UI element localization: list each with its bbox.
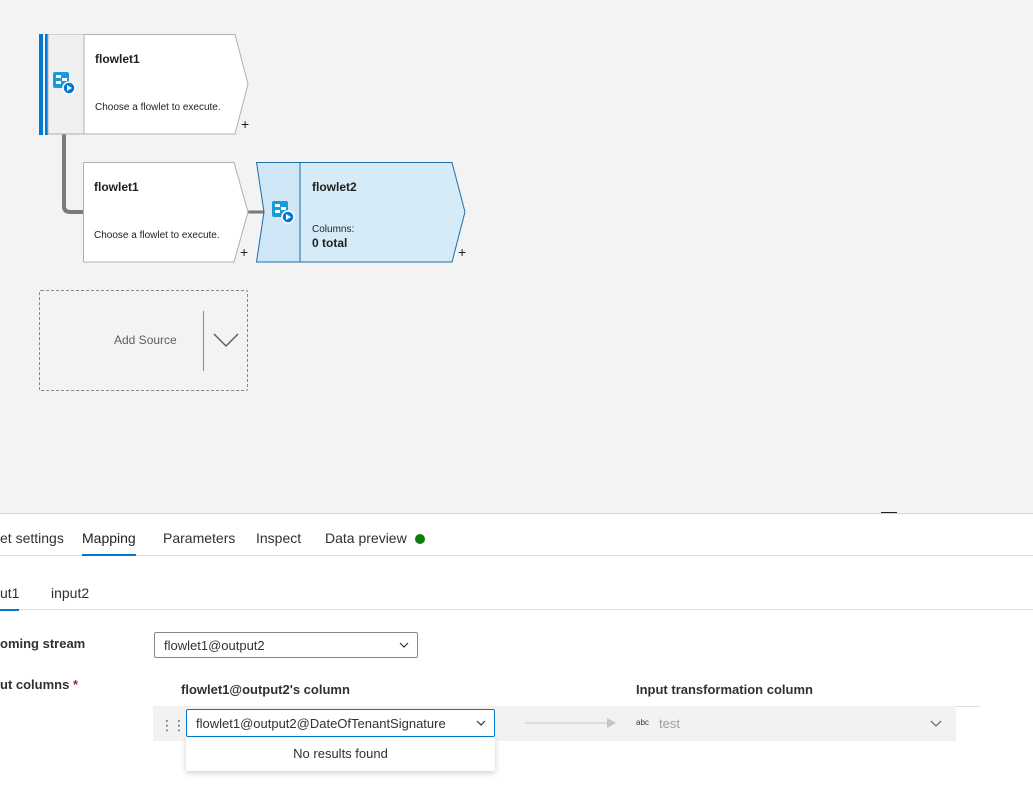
incoming-stream-select[interactable]: flowlet1@output2 bbox=[154, 632, 418, 658]
required-marker: * bbox=[72, 677, 79, 692]
incoming-stream-label: oming stream bbox=[0, 636, 86, 651]
add-transformation-button[interactable]: + bbox=[241, 117, 249, 131]
mapping-arrow-icon bbox=[525, 718, 616, 728]
input-columns-label: ut columns * bbox=[0, 677, 78, 692]
source-column-value: flowlet1@output2@DateOfTenantSignature bbox=[196, 716, 446, 731]
drag-handle-icon[interactable]: ⋮⋮ bbox=[160, 717, 186, 734]
add-source-box[interactable]: Add Source bbox=[39, 290, 248, 391]
data-preview-status-dot bbox=[415, 534, 425, 544]
node-title: flowlet1 bbox=[95, 52, 140, 66]
node-title: flowlet1 bbox=[94, 180, 139, 194]
string-type-icon: abc bbox=[636, 718, 649, 727]
target-column-header: Input transformation column bbox=[636, 682, 813, 697]
tab-data-preview[interactable]: Data preview bbox=[325, 530, 407, 546]
chevron-down-icon[interactable] bbox=[930, 719, 942, 728]
incoming-stream-value: flowlet1@output2 bbox=[164, 638, 265, 653]
flowlet-icon bbox=[272, 201, 295, 224]
node-shape bbox=[83, 162, 249, 263]
flowlet-icon bbox=[53, 72, 76, 95]
connector-node1-node2 bbox=[62, 134, 83, 214]
source-column-header: flowlet1@output2's column bbox=[181, 682, 350, 697]
tab-mapping[interactable]: Mapping bbox=[82, 530, 136, 556]
source-column-dropdown: No results found bbox=[186, 737, 495, 771]
row-divider bbox=[956, 706, 980, 707]
input-subtabs: ut1 input2 bbox=[0, 557, 1033, 611]
tab-settings[interactable]: et settings bbox=[0, 530, 64, 546]
add-source-divider bbox=[203, 311, 204, 371]
panel-tabs: et settings Mapping Parameters Inspect D… bbox=[0, 516, 1033, 556]
dataflow-canvas[interactable]: flowlet1 Choose a flowlet to execute. + … bbox=[0, 0, 1033, 514]
node-columns-label: Columns: bbox=[312, 224, 355, 235]
flowlet-node-2[interactable]: flowlet1 Choose a flowlet to execute. bbox=[83, 162, 251, 263]
no-results-message: No results found bbox=[293, 746, 388, 761]
node-description: Choose a flowlet to execute. bbox=[94, 230, 220, 241]
tab-parameters[interactable]: Parameters bbox=[163, 530, 235, 546]
add-source-label: Add Source bbox=[114, 333, 177, 347]
chevron-down-icon bbox=[399, 642, 409, 648]
tab-inspect[interactable]: Inspect bbox=[256, 530, 301, 546]
node-description: Choose a flowlet to execute. bbox=[95, 102, 221, 113]
flowlet-node-1[interactable]: flowlet1 Choose a flowlet to execute. bbox=[39, 34, 251, 135]
add-transformation-button[interactable]: + bbox=[458, 245, 466, 259]
flowlet-node-3[interactable]: flowlet2 Columns: 0 total bbox=[256, 162, 468, 263]
panel-resize-handle[interactable] bbox=[881, 512, 897, 513]
node-title: flowlet2 bbox=[312, 180, 357, 194]
input-columns-label-text: ut columns bbox=[0, 677, 70, 692]
subtab-input1[interactable]: ut1 bbox=[0, 585, 20, 611]
chevron-down-icon[interactable] bbox=[212, 331, 240, 349]
node-columns-value: 0 total bbox=[312, 236, 348, 250]
target-column-value[interactable]: test bbox=[659, 716, 680, 731]
subtab-input2[interactable]: input2 bbox=[51, 585, 89, 601]
add-transformation-button[interactable]: + bbox=[240, 245, 248, 259]
chevron-down-icon bbox=[476, 720, 486, 726]
source-column-select[interactable]: flowlet1@output2@DateOfTenantSignature bbox=[186, 709, 495, 737]
